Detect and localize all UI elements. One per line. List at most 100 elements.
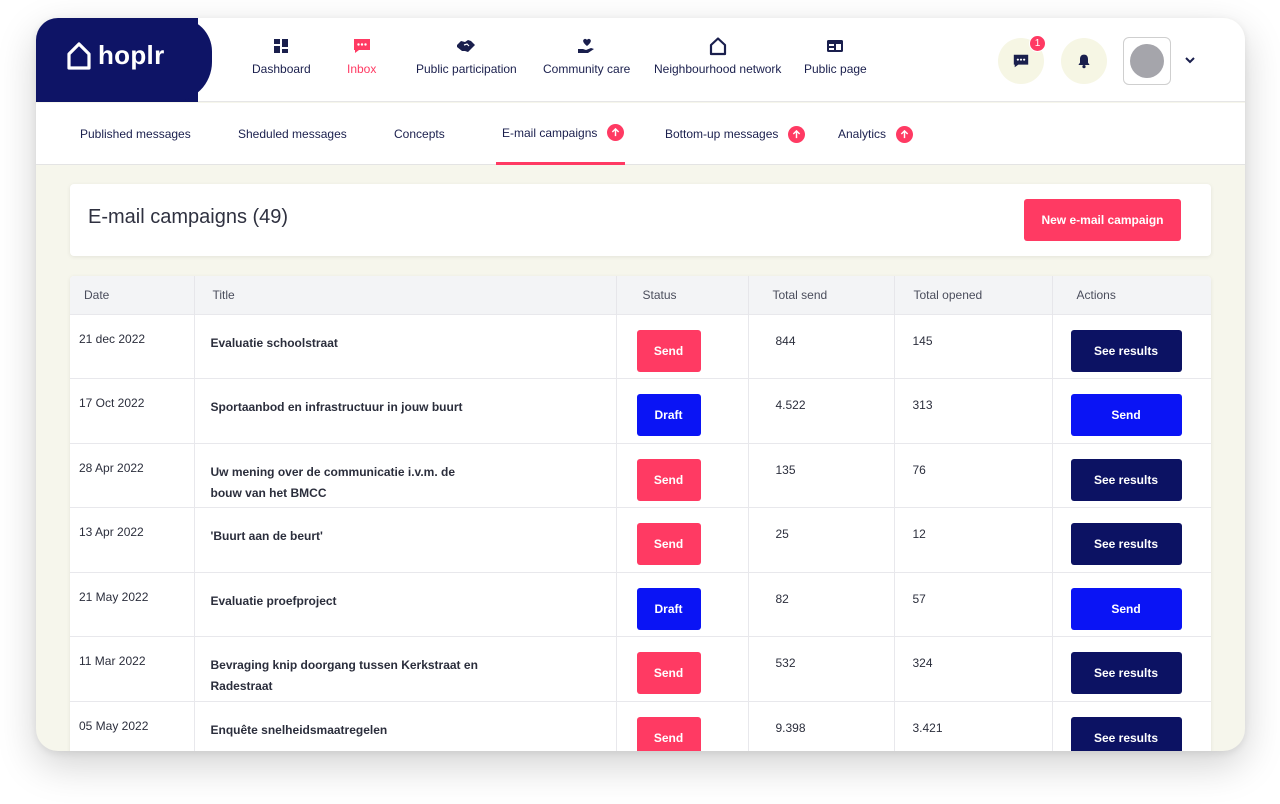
public-page-icon	[827, 40, 844, 52]
arrow-up-icon	[896, 125, 914, 143]
column-header-title[interactable]: Title	[194, 276, 617, 314]
table-row[interactable]: 11 Mar 2022 Bevraging knip doorgang tusse…	[70, 636, 1211, 702]
total-send-cell: 9.398	[748, 701, 895, 751]
page-header-card: E-mail campaigns (49) New e-mail campaig…	[70, 184, 1211, 256]
user-menu[interactable]	[1123, 37, 1171, 85]
table-header-row: Date Title Status Total send Total opene…	[70, 276, 1211, 314]
nav-label: Public page	[804, 62, 867, 76]
status-cell: Send	[616, 443, 749, 508]
campaign-title: 'Buurt aan de beurt'	[210, 529, 323, 544]
avatar	[1130, 44, 1164, 78]
arrow-up-icon	[788, 125, 806, 143]
handshake-icon	[457, 40, 476, 52]
see-results-button[interactable]: See results	[1070, 717, 1182, 751]
nav-public-participation[interactable]: Public participation	[416, 36, 517, 76]
title-cell: Bevraging knip doorgang tussen Kerkstraa…	[194, 636, 617, 702]
column-header-date[interactable]: Date	[70, 276, 195, 314]
notifications-button[interactable]	[1061, 38, 1107, 84]
nav-neighbourhood-network[interactable]: Neighbourhood network	[654, 36, 781, 76]
status-badge[interactable]: Draft	[636, 394, 701, 437]
actions-cell: See results	[1052, 702, 1211, 751]
app-window: hoplr Dashboard Inbox Public participati…	[36, 18, 1245, 751]
table-body: 21 dec 2022 Evaluatie schoolstraat Send 844…	[70, 314, 1211, 751]
total-opened-cell: 324	[894, 636, 1053, 702]
total-opened-cell: 3.421	[894, 701, 1053, 751]
tab-published-messages[interactable]: Published messages	[80, 103, 191, 165]
status-cell: Draft	[616, 378, 749, 444]
new-email-campaign-button[interactable]: New e-mail campaign	[1024, 199, 1181, 241]
tab-sheduled-messages[interactable]: Sheduled messages	[238, 103, 347, 165]
see-results-button[interactable]: See results	[1070, 458, 1182, 501]
send-button[interactable]: Send	[1070, 394, 1182, 437]
page-title: E-mail campaigns (49)	[88, 206, 289, 228]
bell-icon	[1078, 54, 1090, 69]
total-send-cell: 4.522	[748, 378, 895, 444]
column-header-total-send[interactable]: Total send	[748, 276, 895, 314]
nav-community-care[interactable]: Community care	[543, 36, 630, 76]
actions-cell: See results	[1052, 443, 1211, 508]
status-badge[interactable]: Send	[636, 523, 701, 566]
status-badge[interactable]: Send	[636, 717, 701, 751]
campaign-title: Evaluatie schoolstraat	[210, 335, 338, 350]
status-cell: Send	[616, 701, 749, 751]
tab-label: Analytics	[838, 127, 887, 141]
nav-public-page[interactable]: Public page	[804, 36, 867, 76]
messages-button[interactable]: 1	[998, 35, 1046, 84]
arrow-up-icon	[607, 124, 625, 141]
actions-cell: See results	[1052, 508, 1211, 573]
column-header-actions: Actions	[1076, 287, 1116, 302]
see-results-button[interactable]: See results	[1070, 329, 1182, 372]
messages-badge: 1	[1029, 35, 1046, 52]
table-row[interactable]: 17 Oct 2022 Sportaanbod en infrastructuur…	[70, 378, 1211, 444]
actions-cell: See results	[1052, 637, 1211, 702]
total-opened-cell: 76	[894, 443, 1053, 508]
send-button[interactable]: Send	[1070, 587, 1182, 630]
status-badge[interactable]: Send	[636, 458, 701, 501]
status-cell: Draft	[616, 572, 749, 637]
total-opened-cell: 12	[894, 507, 1053, 573]
date-cell: 21 May 2022	[70, 572, 195, 637]
dashboard-icon	[274, 39, 289, 53]
column-header-status[interactable]: Status	[616, 276, 749, 314]
logo[interactable]: hoplr	[66, 40, 165, 71]
campaigns-table: Date Title Status Total send Total opene…	[70, 276, 1211, 751]
tab-label: Published messages	[80, 127, 191, 141]
inbox-icon	[353, 39, 370, 53]
title-cell: Enquête snelheidsmaatregelen	[194, 701, 617, 751]
nav-dashboard[interactable]: Dashboard	[252, 36, 311, 76]
date-cell: 13 Apr 2022	[70, 507, 195, 573]
tab-label: Concepts	[394, 127, 445, 141]
total-send-cell: 532	[748, 636, 895, 702]
status-badge[interactable]: Send	[636, 652, 701, 695]
campaign-title: Evaluatie proefproject	[210, 593, 337, 608]
tab-email-campaigns[interactable]: E-mail campaigns	[496, 103, 625, 165]
table-row[interactable]: 28 Apr 2022 Uw mening over de communicati…	[70, 443, 1211, 508]
tab-label: Sheduled messages	[238, 127, 347, 141]
tab-concepts[interactable]: Concepts	[394, 103, 445, 165]
table-row[interactable]: 21 May 2022 Evaluatie proefproject Draft 82…	[70, 572, 1211, 637]
nav-inbox[interactable]: Inbox	[347, 36, 376, 76]
campaign-title: Bevraging knip doorgang tussen Kerkstraa…	[210, 658, 478, 694]
chevron-down-icon[interactable]	[1184, 54, 1196, 66]
status-badge[interactable]: Draft	[636, 587, 701, 630]
column-header-total-opened[interactable]: Total opened	[894, 276, 1053, 314]
campaigns-table-card: Date Title Status Total send Total opene…	[70, 276, 1211, 751]
status-cell: Send	[616, 636, 749, 702]
see-results-button[interactable]: See results	[1070, 652, 1182, 695]
date-cell: 28 Apr 2022	[70, 443, 195, 508]
table-row[interactable]: 21 dec 2022 Evaluatie schoolstraat Send 844…	[70, 314, 1211, 379]
nav-label: Public participation	[416, 62, 517, 76]
actions-cell: See results	[1052, 314, 1211, 379]
table-row[interactable]: 13 Apr 2022 'Buurt aan de beurt' Send 25 12 S…	[70, 507, 1211, 573]
see-results-button[interactable]: See results	[1070, 523, 1182, 566]
actions-cell: Send	[1052, 572, 1211, 637]
actions-cell: Send	[1052, 379, 1211, 444]
status-cell: Send	[616, 314, 749, 379]
brand-name: hoplr	[98, 40, 165, 70]
date-cell: 11 Mar 2022	[70, 636, 195, 702]
title-cell: Evaluatie schoolstraat	[194, 314, 617, 379]
tab-analytics[interactable]: Analytics	[838, 103, 914, 165]
status-badge[interactable]: Send	[636, 329, 701, 372]
tab-bottom-up-messages[interactable]: Bottom-up messages	[665, 103, 806, 165]
table-row[interactable]: 05 May 2022 Enquête snelheidsmaatregelen S…	[70, 701, 1211, 751]
